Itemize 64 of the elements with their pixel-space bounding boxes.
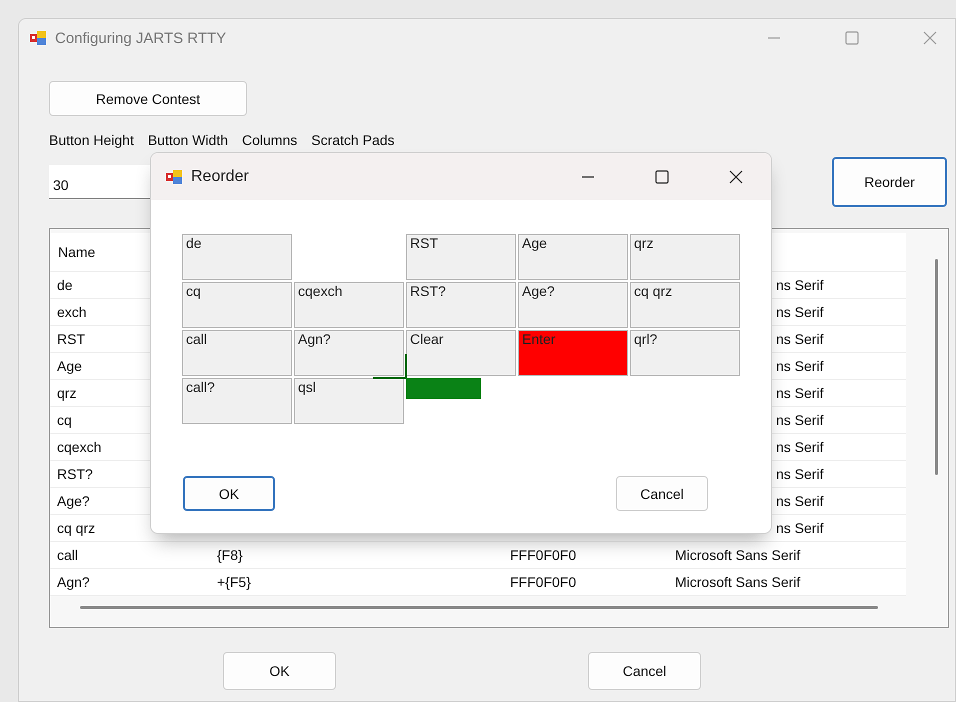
tile-button[interactable]: Age: [518, 234, 628, 280]
table-cell: Microsoft Sans Serif: [675, 547, 800, 563]
table-cell: RST: [57, 331, 85, 347]
dialog-title: Reorder: [191, 168, 250, 186]
table-cell: ns Serif: [776, 493, 824, 509]
table-cell: cqexch: [57, 439, 102, 455]
tile-button[interactable]: RST: [406, 234, 516, 280]
ok-button[interactable]: OK: [223, 652, 336, 690]
table-cell: ns Serif: [776, 331, 824, 347]
tile-button[interactable]: cq: [182, 282, 292, 328]
close-icon[interactable]: [729, 170, 743, 184]
remove-contest-button[interactable]: Remove Contest: [49, 81, 247, 116]
field-label: Columns: [242, 132, 298, 150]
table-cell: FFF0F0F0: [510, 547, 576, 563]
table-cell: ns Serif: [776, 439, 824, 455]
tile-button[interactable]: RST?: [406, 282, 516, 328]
table-cell: ns Serif: [776, 466, 824, 482]
tile-button[interactable]: qrz: [630, 234, 740, 280]
column-header[interactable]: Name: [58, 244, 96, 260]
table-cell: ns Serif: [776, 412, 824, 428]
tile-button[interactable]: Enter: [518, 330, 628, 376]
tile-button[interactable]: cqexch: [294, 282, 404, 328]
reorder-button[interactable]: Reorder: [832, 157, 947, 207]
table-cell: Age: [57, 358, 82, 374]
table-cell: cq qrz: [57, 520, 96, 536]
field-label: Button Width: [148, 132, 228, 150]
table-cell: +{F5}: [217, 574, 251, 590]
table-cell: FFF0F0F0: [510, 574, 576, 590]
tile-button[interactable]: call: [182, 330, 292, 376]
tile-button[interactable]: de: [182, 234, 292, 280]
table-cell: exch: [57, 304, 87, 320]
field-label: Scratch Pads: [311, 132, 395, 150]
table-cell: ns Serif: [776, 385, 824, 401]
table-cell: ns Serif: [776, 520, 824, 536]
cancel-button[interactable]: Cancel: [588, 652, 701, 690]
table-cell: ns Serif: [776, 304, 824, 320]
table-cell: Agn?: [57, 574, 90, 590]
tile-button[interactable]: Agn?: [294, 330, 404, 376]
table-cell: Microsoft Sans Serif: [675, 574, 800, 590]
input-field[interactable]: 30: [49, 165, 151, 199]
tile-button[interactable]: call?: [182, 378, 292, 424]
tile-button[interactable]: Age?: [518, 282, 628, 328]
table-cell: qrz: [57, 385, 76, 401]
table-cell: ns Serif: [776, 358, 824, 374]
tile-button[interactable]: Clear: [406, 330, 516, 376]
window-title: Configuring JARTS RTTY: [55, 30, 228, 46]
table-cell: cq: [57, 412, 72, 428]
app-icon: [29, 30, 47, 46]
table-cell: call: [57, 547, 78, 563]
cancel-button[interactable]: Cancel: [616, 476, 708, 511]
tile-button[interactable]: cq qrz: [630, 282, 740, 328]
table-cell: Age?: [57, 493, 90, 509]
maximize-icon[interactable]: [655, 170, 669, 184]
scrollbar[interactable]: [80, 606, 878, 609]
app-icon: [165, 168, 183, 184]
tile-button[interactable]: qsl: [294, 378, 404, 424]
tile-button[interactable]: qrl?: [630, 330, 740, 376]
field-label: Button Height: [49, 132, 134, 150]
table-cell: {F8}: [217, 547, 243, 563]
table-cell: ns Serif: [776, 277, 824, 293]
table-cell: RST?: [57, 466, 93, 482]
ok-button[interactable]: OK: [183, 476, 275, 511]
table-cell: de: [57, 277, 73, 293]
scrollbar[interactable]: [935, 259, 938, 475]
